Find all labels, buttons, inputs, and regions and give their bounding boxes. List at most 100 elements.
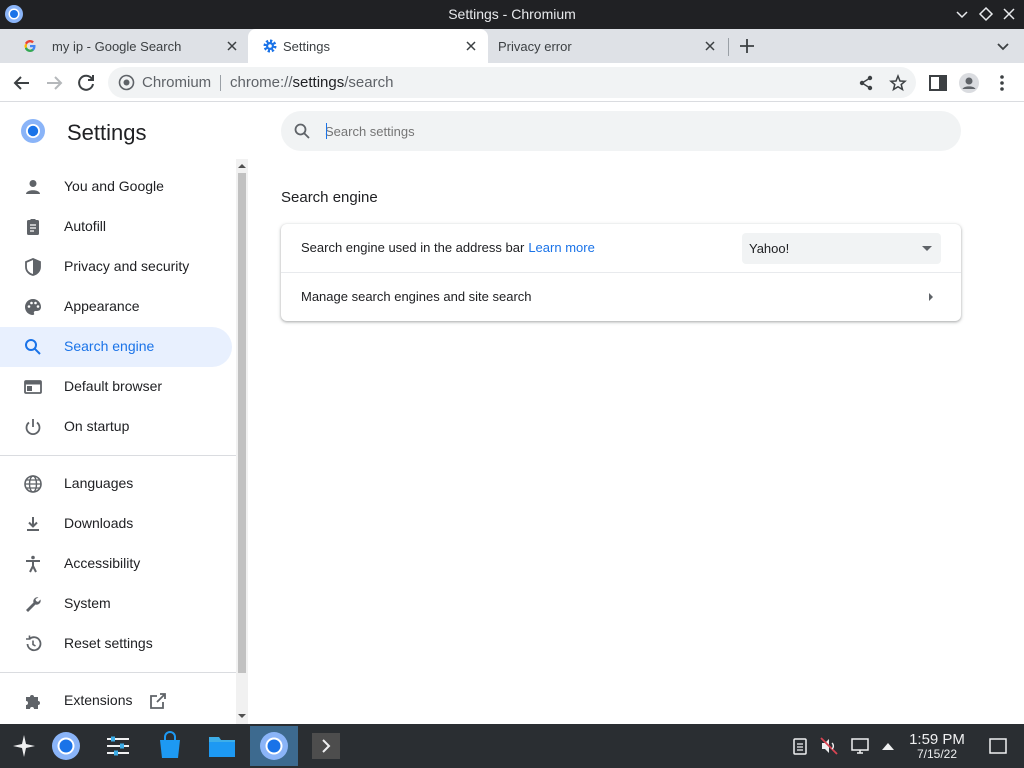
browser-window-icon [24,380,42,394]
tab-google-search[interactable]: my ip - Google Search [8,29,246,63]
sidebar-item-languages[interactable]: Languages [0,464,232,504]
clock-date: 7/15/22 [916,747,958,761]
clipboard-tray-icon[interactable] [790,736,810,756]
window-titlebar: Settings - Chromium [0,0,1024,29]
sidebar-item-extensions[interactable]: Extensions [0,681,232,721]
new-tab-icon[interactable] [736,35,758,57]
shopping-bag-icon [160,731,180,758]
search-engine-select[interactable]: Yahoo! [742,233,941,264]
site-chip: Chromium [142,74,212,91]
clipboard-icon [27,219,39,235]
share-icon[interactable] [856,73,876,93]
sidebar-item-label: Autofill [64,218,107,234]
learn-more-link[interactable]: Learn more [528,240,594,255]
tab-title: my ip - Google Search [52,39,182,54]
sidebar-item-label: Downloads [64,515,134,531]
chevron-down-icon[interactable] [992,35,1014,57]
person-icon [26,180,40,194]
taskbar-terminal[interactable] [302,726,350,766]
search-input[interactable] [325,119,925,143]
dropdown-arrow-icon [922,246,932,251]
tab-settings[interactable]: Settings [248,29,488,63]
sidebar-item-on-startup[interactable]: On startup [0,407,232,447]
shield-icon [25,258,41,276]
sidebar-item-reset-settings[interactable]: Reset settings [0,624,232,664]
minimize-icon[interactable] [952,4,972,24]
selected-engine: Yahoo! [749,241,790,256]
sidebar-item-default-browser[interactable]: Default browser [0,367,232,407]
scrollbar-thumb[interactable] [238,173,246,673]
profile-avatar-icon[interactable] [957,71,981,95]
system-settings-icon [107,736,129,756]
chromium-icon [52,732,80,760]
manage-search-engines-row[interactable]: Manage search engines and site search [281,273,961,321]
search-icon [25,339,41,355]
sidebar-item-system[interactable]: System [0,584,232,624]
tab-title: Privacy error [498,39,572,54]
close-tab-icon[interactable] [464,39,478,53]
omnibox-divider [220,75,221,91]
sidebar-divider [0,455,236,456]
sidebar-item-search-engine[interactable]: Search engine [0,327,232,367]
side-panel-icon[interactable] [926,71,950,95]
close-tab-icon[interactable] [225,39,239,53]
search-engine-row: Search engine used in the address bar Lea… [281,224,961,273]
maximize-icon[interactable] [976,4,996,24]
folder-icon [209,737,235,757]
scroll-down-icon[interactable] [238,712,246,720]
back-icon[interactable] [10,71,34,95]
sidebar-item-appearance[interactable]: Appearance [0,287,232,327]
clock-time: 1:59 PM [909,731,965,748]
browser-toolbar: Chromium chrome://settings/search [0,63,1024,102]
palette-icon [25,299,41,315]
globe-icon [24,475,42,493]
accessibility-icon [26,555,40,573]
chromium-icon [260,732,288,760]
taskbar-file-manager[interactable] [198,726,246,766]
taskbar-store-app[interactable] [146,726,194,766]
chromium-icon [118,74,135,91]
url-path: /search [344,74,394,91]
gear-icon [263,39,277,53]
text-caret [326,123,327,139]
sidebar-item-label: Appearance [64,298,140,314]
close-window-icon[interactable] [999,4,1019,24]
sidebar-item-label: Default browser [64,378,163,394]
puzzle-icon [26,695,40,709]
sidebar-item-accessibility[interactable]: Accessibility [0,544,232,584]
tab-privacy-error[interactable]: Privacy error [490,29,726,63]
power-icon [25,419,41,436]
scroll-up-icon[interactable] [238,162,246,170]
clock[interactable]: 1:59 PM 7/15/22 [900,731,974,761]
tray-expand-icon[interactable] [878,736,898,756]
sidebar-item-label: Extensions [64,692,133,708]
launcher-icon [13,735,35,757]
address-bar[interactable]: Chromium chrome://settings/search [108,67,916,98]
download-icon [27,517,39,531]
chromium-logo-icon [21,119,45,143]
forward-icon[interactable] [42,71,66,95]
reload-icon[interactable] [74,71,98,95]
kebab-menu-icon[interactable] [990,71,1014,95]
taskbar-settings-app[interactable] [94,726,142,766]
network-icon[interactable] [850,736,870,756]
sidebar-scrollbar[interactable] [236,159,248,724]
url-host: settings [292,74,345,91]
wrench-icon [26,597,41,612]
chevron-right-icon [929,293,933,301]
taskbar-chromium-window[interactable] [250,726,298,766]
open-in-new-icon [150,693,166,709]
bookmark-star-icon[interactable] [888,73,908,93]
sidebar-item-you-and-google[interactable]: You and Google [0,167,232,207]
taskbar-chromium-launcher[interactable] [42,726,90,766]
settings-search[interactable] [281,111,961,151]
sidebar-item-privacy-and-security[interactable]: Privacy and security [0,247,232,287]
show-desktop-icon[interactable] [988,736,1008,756]
app-launcher-button[interactable] [0,726,48,766]
tab-title: Settings [283,39,330,54]
volume-muted-icon[interactable] [819,736,839,756]
close-tab-icon[interactable] [703,39,717,53]
sidebar-item-downloads[interactable]: Downloads [0,504,232,544]
search-engine-label: Search engine used in the address bar Lea… [301,240,595,255]
sidebar-item-autofill[interactable]: Autofill [0,207,232,247]
